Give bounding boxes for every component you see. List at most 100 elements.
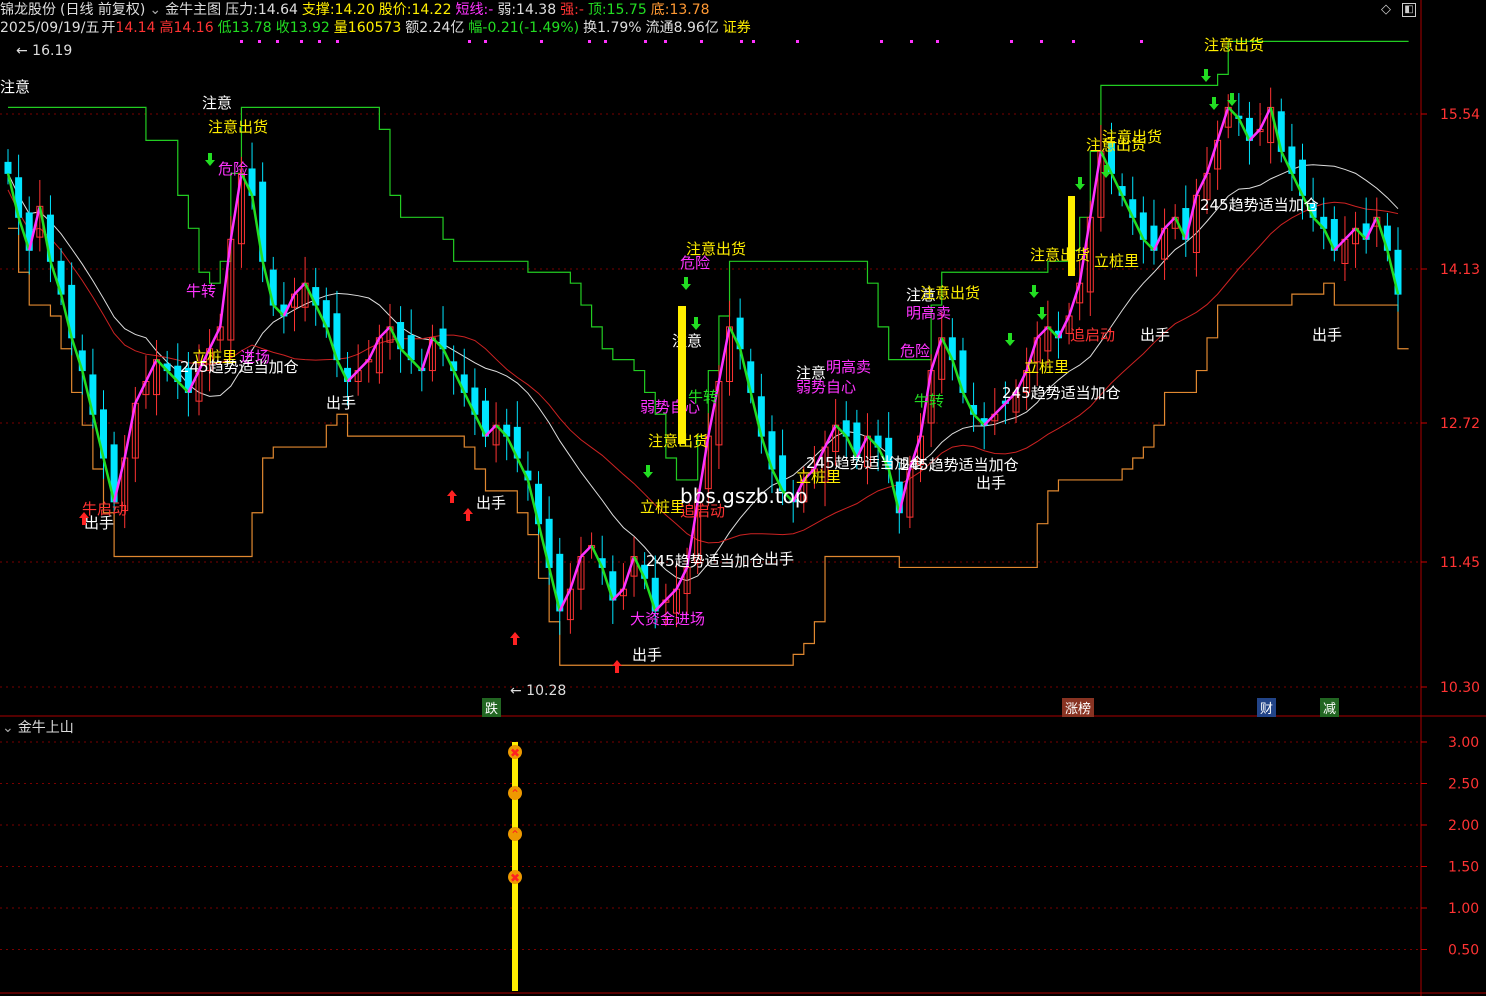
signal-dot: [910, 40, 913, 43]
short-value: -: [488, 2, 494, 18]
top-value: 15.75: [606, 2, 647, 18]
annotation-label: 立桩里: [1094, 252, 1139, 270]
pressure-value: 14.64: [257, 2, 298, 18]
sub-grid: [0, 741, 1421, 950]
trend-segment: [1036, 326, 1049, 339]
trend-segment: [1067, 282, 1081, 317]
signal-bar: [1068, 196, 1075, 276]
trend-segment: [823, 424, 837, 448]
short-label: 短线:: [455, 2, 489, 18]
trend-segment: [1205, 140, 1219, 174]
signal-marker-glyph: ✖: [510, 871, 520, 885]
signal-dot: [318, 40, 321, 43]
chevron-down-icon[interactable]: ⌄: [149, 2, 161, 18]
y-tick-label: 2.50: [1448, 777, 1479, 793]
pressure-label: 压力:: [225, 2, 258, 18]
diamond-icon[interactable]: ◇: [1379, 3, 1393, 17]
annotation-label: 出手: [632, 646, 662, 664]
trend-segment: [378, 326, 391, 339]
weak-label: 弱:: [497, 2, 517, 18]
y-tick-label: 15.54: [1440, 107, 1480, 123]
signal-marker-glyph: ⌃: [510, 828, 520, 842]
period-label[interactable]: (日线 前复权): [60, 2, 145, 18]
trend-segment: [134, 380, 148, 404]
signal-dot: [1010, 40, 1013, 43]
sub-panel-header: ⌄ 金牛上山: [2, 720, 78, 736]
annotation-label: 注意: [202, 94, 232, 112]
tag-zhangbang[interactable]: 涨榜: [1062, 698, 1095, 717]
trend-segment: [1258, 106, 1272, 130]
signal-dot: [1072, 40, 1075, 43]
signal-dot: [740, 40, 743, 43]
signal-dot: [588, 40, 591, 43]
signal-dot: [1140, 40, 1143, 43]
signal-dot: [468, 40, 471, 43]
annotation-label: 明高卖: [826, 358, 871, 376]
annotation-label: 注意: [672, 332, 702, 350]
y-tick-label: 1.50: [1448, 860, 1479, 876]
annotation-label: 明高卖: [906, 304, 951, 322]
candle-body: [4, 161, 12, 174]
support-value: 14.20: [334, 2, 375, 18]
signal-dot: [300, 40, 303, 43]
buy-arrow: [612, 660, 622, 673]
signal-dot: [700, 40, 703, 43]
trend-segment: [441, 348, 455, 372]
signal-dot: [276, 40, 279, 43]
low-label: 低: [217, 20, 232, 36]
tag-cai[interactable]: 财: [1257, 698, 1277, 717]
sub-panel-title[interactable]: 金牛上山: [18, 720, 74, 736]
indicator-name[interactable]: 金牛主图: [165, 2, 221, 18]
annotation-label: 大资金进场: [630, 610, 705, 628]
signal-dot: [644, 40, 647, 43]
annotation-label: 出手: [976, 474, 1006, 492]
weak-value: 14.38: [516, 2, 557, 18]
stock-name[interactable]: 锦龙股份: [0, 2, 56, 18]
sector-text[interactable]: 证券: [723, 20, 751, 36]
trend-segment: [208, 326, 222, 350]
trend-segment: [1163, 216, 1177, 230]
signal-dot: [336, 40, 339, 43]
sell-arrow: [205, 153, 215, 166]
sell-arrow: [1029, 285, 1039, 298]
bull-mountain-bar: [512, 742, 518, 991]
trend-segment: [1089, 151, 1103, 218]
change-text: 幅-0.21(-1.49%): [468, 20, 580, 36]
annotation-label: 注意出货: [208, 118, 268, 136]
trend-segment: [1110, 172, 1124, 196]
sell-arrow: [1075, 177, 1085, 190]
signal-dot: [752, 40, 755, 43]
strong-label: 强:: [560, 2, 579, 18]
trend-segment: [123, 403, 137, 459]
sell-arrow: [1209, 97, 1219, 110]
signal-marker-glyph: ⌃: [510, 787, 520, 801]
signal-dot: [240, 40, 243, 43]
vol-label: 量: [333, 20, 348, 36]
tag-die[interactable]: 跌: [482, 698, 502, 717]
top-label: 顶:: [587, 2, 607, 18]
annotation-label: 牛启动: [82, 500, 127, 518]
panel-toggle-icon[interactable]: ◧: [1402, 3, 1416, 17]
y-tick-label: 10.30: [1440, 680, 1480, 696]
annotation-label: 245趋势适当加仓: [180, 358, 299, 376]
annotation-label: 注意出货: [1102, 128, 1162, 146]
vol-value: 160573: [347, 20, 402, 36]
tag-jian[interactable]: 减: [1320, 698, 1340, 717]
annotation-label: 危险: [900, 342, 930, 360]
watermark-text: bbs.gszb.top: [680, 484, 808, 508]
annotation-label: 追启动: [1070, 326, 1115, 344]
chevron-down-icon[interactable]: ⌄: [2, 720, 14, 736]
sub-y-ticks: 3.00 2.50 2.00 1.50 1.00 0.50: [1421, 735, 1479, 959]
high-label: 高: [159, 20, 174, 36]
annotation-label: 注意出货: [920, 284, 980, 302]
bottom-label: 底:: [650, 2, 670, 18]
support-label: 支撑:: [301, 2, 335, 18]
y-tick-label: 3.00: [1448, 735, 1479, 751]
low-marker: ← 10.28: [510, 683, 566, 699]
buy-arrow: [447, 490, 457, 503]
annotation-label: 出手: [326, 394, 356, 412]
float-cap-text: 流通8.96亿: [645, 20, 719, 36]
header-line-2: 2025/09/19/五 开14.14 高14.16 低13.78 收13.92 量160…: [0, 20, 755, 36]
signal-bar: [678, 306, 686, 444]
annotation-label: 245趋势适当加仓: [1200, 196, 1319, 214]
